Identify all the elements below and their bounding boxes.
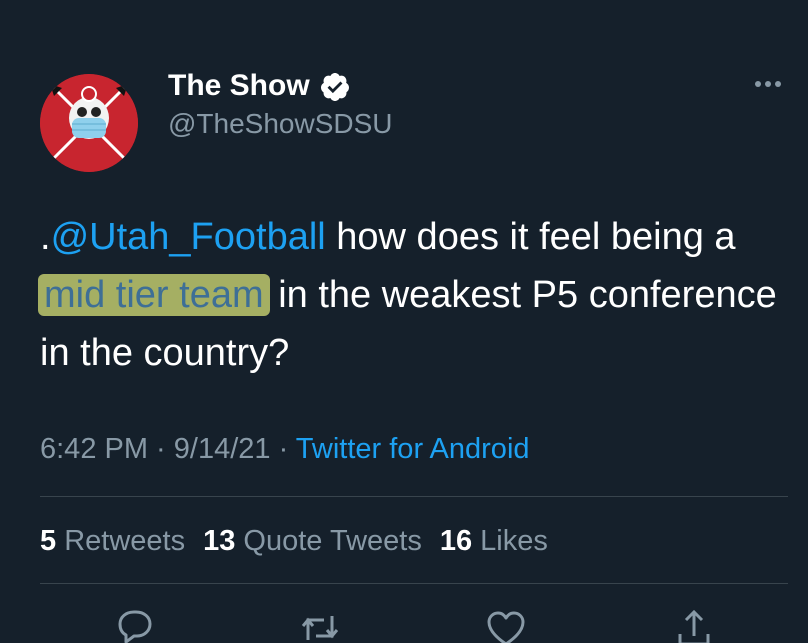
quotes-label: Quote Tweets <box>243 525 422 557</box>
tweet-source-link[interactable]: Twitter for Android <box>296 433 530 465</box>
meta-separator: · <box>270 433 296 465</box>
retweets-stat[interactable]: 5 Retweets <box>40 525 185 557</box>
retweets-label: Retweets <box>64 525 186 557</box>
tweet-date[interactable]: 9/14/21 <box>174 433 271 465</box>
retweet-icon[interactable] <box>298 606 342 643</box>
likes-count: 16 <box>439 525 473 557</box>
quote-tweets-stat[interactable]: 13 Quote Tweets <box>203 525 422 557</box>
divider <box>40 496 788 497</box>
share-icon[interactable] <box>672 606 716 643</box>
likes-label: Likes <box>480 525 548 557</box>
tweet-time[interactable]: 6:42 PM <box>40 433 148 465</box>
tweet-meta: 6:42 PM · 9/14/21 · Twitter for Android <box>40 430 530 468</box>
meta-separator: · <box>148 433 174 465</box>
tweet-text: .@Utah_Football how does it feel being a… <box>38 208 780 382</box>
verified-badge-icon <box>320 73 349 101</box>
mention-link[interactable]: @Utah_Football <box>51 216 326 258</box>
tweet-detail: The Show @TheShowSDSU .@Utah_Football ho… <box>0 0 808 643</box>
divider <box>40 583 788 584</box>
avatar[interactable] <box>40 74 138 172</box>
highlighted-phrase: mid tier team <box>38 274 270 316</box>
author-display-name[interactable]: The Show <box>168 68 310 104</box>
retweets-count: 5 <box>40 525 57 557</box>
reply-icon[interactable] <box>112 606 156 643</box>
more-options-icon[interactable] <box>750 76 786 92</box>
author-handle[interactable]: @TheShowSDSU <box>168 107 393 141</box>
quotes-count: 13 <box>203 525 236 557</box>
tweet-prefix: . <box>40 216 51 258</box>
tweet-text-part1: how does it feel being a <box>325 216 736 258</box>
tweet-stats: 5 Retweets 13 Quote Tweets 16 Likes <box>40 522 566 560</box>
likes-stat[interactable]: 16 Likes <box>440 525 548 557</box>
like-icon[interactable] <box>484 606 528 643</box>
